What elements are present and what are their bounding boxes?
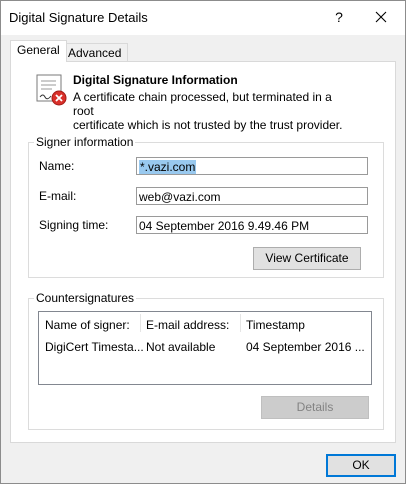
close-button[interactable] xyxy=(371,7,391,27)
info-message: A certificate chain processed, but termi… xyxy=(73,90,353,132)
general-tab-panel: Digital Signature Information A certific… xyxy=(10,61,396,443)
signing-time-value: 04 September 2016 9.49.46 PM xyxy=(139,219,310,233)
tab-advanced[interactable]: Advanced xyxy=(61,43,129,63)
ok-button[interactable]: OK xyxy=(326,454,396,477)
signing-time-label: Signing time: xyxy=(39,218,109,232)
countersignatures-group-label: Countersignatures xyxy=(34,291,137,305)
countersignatures-list[interactable]: Name of signer: E-mail address: Timestam… xyxy=(38,311,372,385)
close-icon xyxy=(375,11,387,23)
email-field[interactable]: web@vazi.com xyxy=(136,187,368,205)
row-timestamp[interactable]: 04 September 2016 ... xyxy=(246,340,365,354)
name-field[interactable]: *.vazi.com xyxy=(136,157,368,175)
tab-general[interactable]: General xyxy=(10,40,67,62)
signing-time-field[interactable]: 04 September 2016 9.49.46 PM xyxy=(136,216,368,234)
email-value: web@vazi.com xyxy=(139,190,221,204)
column-separator xyxy=(140,314,141,332)
help-button[interactable]: ? xyxy=(329,7,349,27)
signer-group-label: Signer information xyxy=(34,135,136,149)
row-email[interactable]: Not available xyxy=(146,340,215,354)
window-title: Digital Signature Details xyxy=(9,10,148,25)
column-header-name[interactable]: Name of signer: xyxy=(45,318,130,332)
certificate-error-icon xyxy=(36,74,67,106)
info-message-line-2: certificate which is not trusted by the … xyxy=(73,118,343,132)
email-label: E-mail: xyxy=(39,189,77,203)
column-header-email[interactable]: E-mail address: xyxy=(146,318,229,332)
view-certificate-button[interactable]: View Certificate xyxy=(253,247,361,270)
name-value: *.vazi.com xyxy=(139,160,197,174)
details-button[interactable]: Details xyxy=(261,396,369,419)
info-title: Digital Signature Information xyxy=(73,73,238,87)
row-signer-name[interactable]: DigiCert Timesta... xyxy=(45,340,144,354)
digital-signature-dialog: Digital Signature Details ? General Adva… xyxy=(0,0,406,484)
column-separator xyxy=(240,314,241,332)
info-message-line-1: A certificate chain processed, but termi… xyxy=(73,90,332,118)
title-bar: Digital Signature Details ? xyxy=(1,1,405,35)
name-label: Name: xyxy=(39,159,75,173)
column-header-timestamp[interactable]: Timestamp xyxy=(246,318,305,332)
